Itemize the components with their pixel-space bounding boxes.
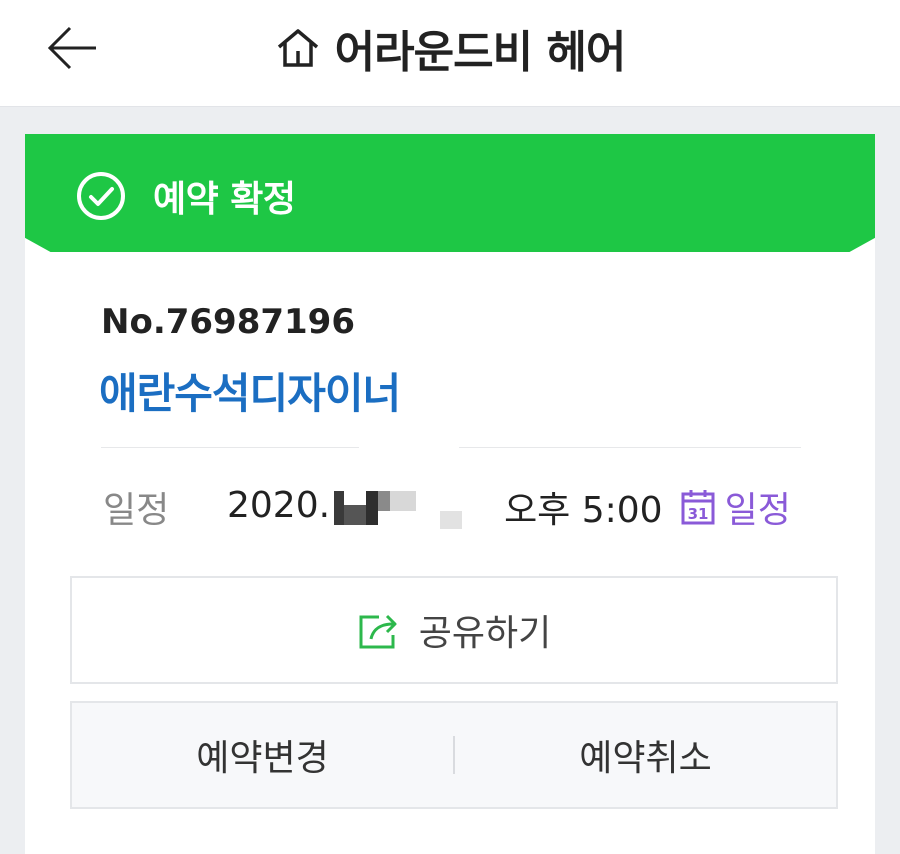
- calendar-icon: 31: [681, 490, 715, 525]
- divider: [101, 447, 359, 448]
- status-banner: 예약 확정: [25, 134, 875, 252]
- cancel-reservation-button[interactable]: 예약취소: [455, 703, 836, 807]
- schedule-label: 일정: [103, 490, 170, 531]
- reservation-number: No.76987196: [101, 302, 355, 342]
- home-icon: [277, 29, 318, 67]
- header-title-group: 어라운드비 헤어: [0, 16, 900, 80]
- schedule-date-prefix: 2020.: [227, 485, 331, 526]
- shop-title: 어라운드비 헤어: [334, 27, 627, 78]
- add-to-calendar-link[interactable]: 31 일정: [681, 481, 791, 533]
- divider: [459, 447, 801, 448]
- app-header: 어라운드비 헤어: [0, 0, 900, 107]
- status-text: 예약 확정: [153, 179, 296, 220]
- change-reservation-button[interactable]: 예약변경: [72, 703, 453, 807]
- share-button[interactable]: 공유하기: [70, 576, 838, 684]
- schedule-time: 오후 5:00: [504, 490, 663, 531]
- reservation-card: 예약 확정 No.76987196 애란수석디자이너 일정 2020. 오후 5…: [25, 134, 875, 854]
- calendar-link-label: 일정: [724, 490, 791, 531]
- share-label: 공유하기: [418, 613, 552, 654]
- redacted-date: [334, 485, 484, 529]
- schedule-row: 일정 2020. 오후 5:00 31 일정: [103, 482, 863, 532]
- schedule-date: 2020.: [227, 485, 484, 529]
- designer-name: 애란수석디자이너: [99, 369, 401, 418]
- share-icon: [359, 614, 397, 649]
- reservation-actions: 예약변경 예약취소: [70, 701, 838, 809]
- check-circle-icon: [77, 172, 125, 220]
- svg-text:31: 31: [687, 505, 708, 523]
